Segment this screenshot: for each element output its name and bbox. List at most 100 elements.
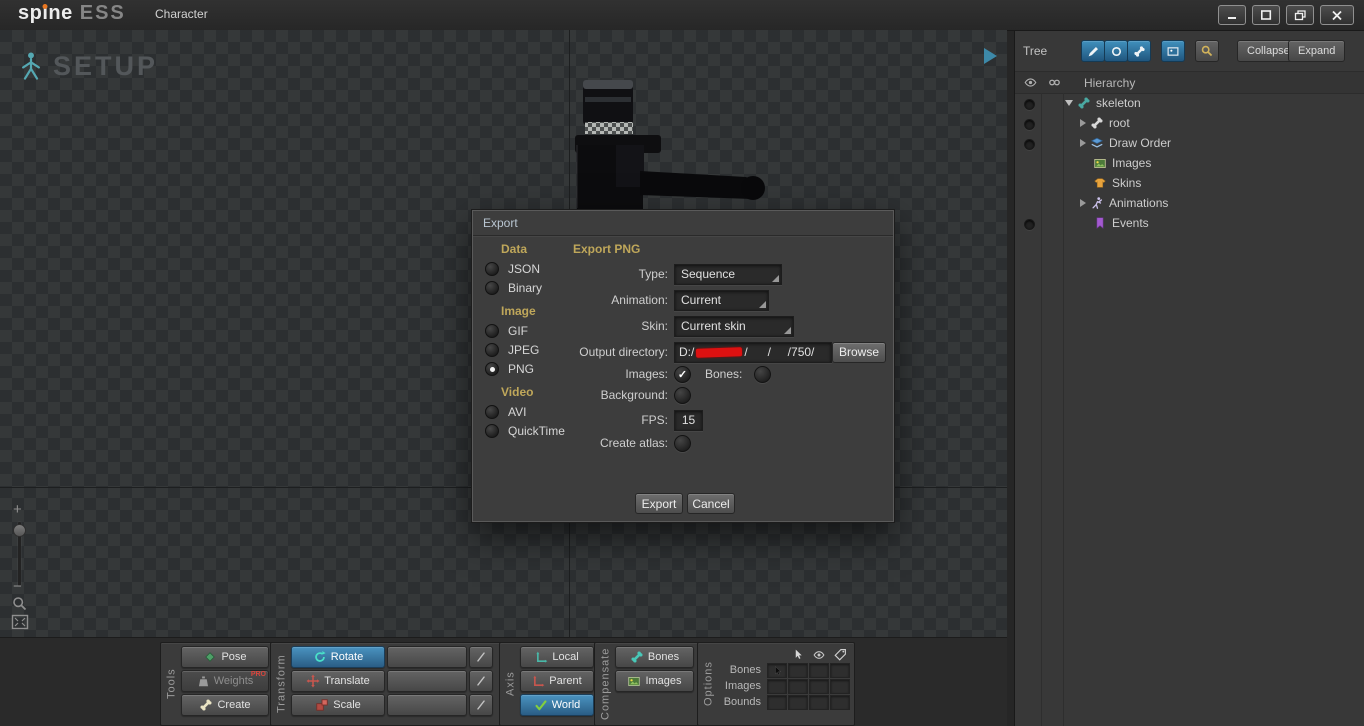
settings-magnifier-icon	[1201, 45, 1213, 57]
weights-tool-button[interactable]: Weights PRO	[181, 670, 269, 692]
bottom-toolbar: Tools Pose Weights PRO Create Transform	[0, 637, 1007, 726]
output-directory-row: Output directory: D:/ / / /750/ Browse	[491, 341, 886, 363]
disclosure-collapsed-icon[interactable]	[1080, 119, 1086, 127]
options-images-name-cell[interactable]	[809, 679, 829, 694]
tree-item-skins[interactable]: Skins	[1065, 173, 1141, 193]
circle-icon	[1111, 46, 1121, 56]
world-label: World	[551, 699, 581, 711]
tree-slot-toggle-button[interactable]	[1104, 40, 1128, 62]
pose-tool-button[interactable]: Pose	[181, 646, 269, 668]
options-bones-name-cell[interactable]	[809, 663, 829, 678]
root-bone-icon	[1091, 117, 1103, 129]
tree-item-animations[interactable]: Animations	[1065, 193, 1168, 213]
options-row-bounds-label: Bounds	[723, 696, 761, 708]
options-bones-extra-cell[interactable]	[830, 663, 850, 678]
zoom-in-button[interactable]: +	[13, 502, 22, 517]
cancel-button[interactable]: Cancel	[687, 493, 735, 514]
logo-orange-dot	[42, 4, 48, 9]
disclosure-expanded-icon[interactable]	[1065, 100, 1073, 106]
options-bounds-name-cell[interactable]	[809, 695, 829, 710]
options-images-extra-cell[interactable]	[830, 679, 850, 694]
link-icon[interactable]	[1047, 76, 1062, 89]
visibility-dot-draw-order[interactable]	[1024, 139, 1035, 150]
translate-tool-button[interactable]: Translate	[291, 670, 385, 692]
skin-dropdown[interactable]: Current skin	[674, 315, 794, 337]
transform-section: Transform Rotate Translate Scale	[270, 642, 506, 726]
tree-settings-button[interactable]	[1195, 40, 1219, 62]
output-directory-label: Output directory:	[579, 345, 668, 359]
animation-dropdown[interactable]: Current	[674, 289, 769, 311]
draw-order-icon	[1090, 137, 1104, 148]
tree-item-draw-order[interactable]: Draw Order	[1065, 133, 1171, 153]
rotate-label: Rotate	[330, 651, 364, 663]
compensate-images-button[interactable]: Images	[615, 670, 694, 692]
create-tool-button[interactable]: Create	[181, 694, 269, 716]
axis-local-button[interactable]: Local	[520, 646, 594, 668]
options-bones-visible-cell[interactable]	[788, 663, 808, 678]
minimize-button[interactable]	[1218, 5, 1246, 25]
images-checkbox-checked[interactable]: ✓	[674, 365, 691, 383]
visibility-dot-skeleton[interactable]	[1024, 99, 1035, 110]
output-directory-field[interactable]: D:/ / / /750/	[674, 341, 832, 363]
create-atlas-checkbox[interactable]	[674, 434, 691, 452]
scale-aux-button[interactable]	[387, 694, 467, 716]
fps-input[interactable]: 15	[674, 409, 703, 431]
rotate-flag-button[interactable]	[469, 646, 493, 668]
tree-item-skeleton[interactable]: skeleton	[1065, 93, 1141, 113]
scale-tool-button[interactable]: Scale	[291, 694, 385, 716]
weights-icon	[198, 675, 208, 686]
close-button[interactable]	[1320, 5, 1354, 25]
events-icon	[1096, 217, 1104, 229]
zoom-magnifier-icon[interactable]	[12, 596, 28, 612]
type-dropdown[interactable]: Sequence	[674, 263, 782, 285]
tree-draw-toggle-button[interactable]	[1081, 40, 1105, 62]
maximize-button[interactable]	[1252, 5, 1280, 25]
disclosure-collapsed-icon[interactable]	[1080, 199, 1086, 207]
axis-world-button[interactable]: World	[520, 694, 594, 716]
expand-label: Expand	[1298, 45, 1336, 57]
compensate-section-label: Compensate	[599, 647, 612, 721]
zoom-slider-handle[interactable]	[13, 524, 26, 537]
axis-section: Axis Local Parent World	[499, 642, 599, 726]
scale-icon	[316, 699, 328, 711]
options-section-label: Options	[702, 661, 715, 707]
restore-button[interactable]	[1286, 5, 1314, 25]
playback-toggle-button[interactable]	[984, 48, 997, 64]
translate-aux-button[interactable]	[387, 670, 467, 692]
tree-image-toggle-button[interactable]	[1161, 40, 1185, 62]
tab-character[interactable]: Character	[147, 0, 216, 29]
options-bounds-extra-cell[interactable]	[830, 695, 850, 710]
expand-button[interactable]: Expand	[1288, 40, 1346, 62]
hierarchy-column-header: Hierarchy	[1084, 75, 1136, 90]
rotate-aux-button[interactable]	[387, 646, 467, 668]
translate-flag-button[interactable]	[469, 670, 493, 692]
options-section: Options Bones Images Bounds	[697, 642, 855, 726]
rotate-tool-button[interactable]: Rotate	[291, 646, 385, 668]
fit-view-icon[interactable]	[11, 614, 29, 630]
export-button[interactable]: Export	[635, 493, 683, 514]
background-checkbox[interactable]	[674, 386, 691, 404]
tools-section-label: Tools	[165, 668, 178, 700]
options-bounds-visible-cell[interactable]	[788, 695, 808, 710]
compensate-bones-button[interactable]: Bones	[615, 646, 694, 668]
options-bounds-select-cell[interactable]	[767, 695, 787, 710]
visibility-dot-events[interactable]	[1024, 219, 1035, 230]
axis-parent-button[interactable]: Parent	[520, 670, 594, 692]
tree-item-events[interactable]: Events	[1065, 213, 1149, 233]
scale-flag-button[interactable]	[469, 694, 493, 716]
browse-button[interactable]: Browse	[832, 341, 886, 363]
options-bones-select-cell[interactable]	[767, 663, 787, 678]
tree-item-images[interactable]: Images	[1065, 153, 1151, 173]
tree-bone-toggle-button[interactable]	[1127, 40, 1151, 62]
tree-item-root[interactable]: root	[1065, 113, 1130, 133]
world-check-icon	[535, 699, 547, 710]
mode-label: SETUP	[53, 50, 159, 81]
visibility-eye-icon[interactable]	[1023, 76, 1038, 89]
zoom-out-button[interactable]: −	[13, 579, 22, 594]
disclosure-collapsed-icon[interactable]	[1080, 139, 1086, 147]
options-images-visible-cell[interactable]	[788, 679, 808, 694]
visibility-dot-root[interactable]	[1024, 119, 1035, 130]
bones-checkbox[interactable]	[754, 365, 772, 383]
options-images-select-cell[interactable]	[767, 679, 787, 694]
slash-icon	[477, 652, 485, 662]
